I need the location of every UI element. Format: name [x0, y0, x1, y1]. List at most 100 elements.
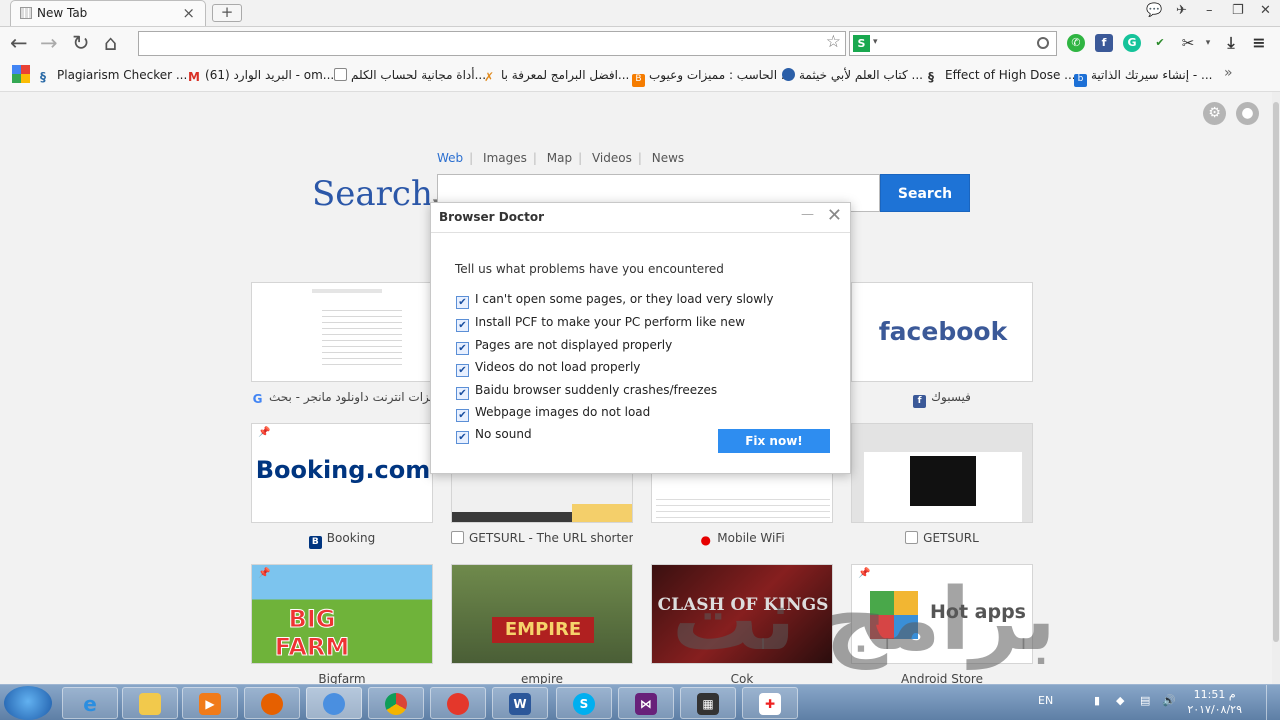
- checkbox-checked-icon[interactable]: ✔: [456, 409, 469, 422]
- link-images[interactable]: Images: [483, 151, 527, 165]
- forward-icon[interactable]: →: [40, 31, 58, 55]
- taskbar-video-editor[interactable]: ▦: [680, 687, 736, 719]
- checkbox-checked-icon[interactable]: ✔: [456, 296, 469, 309]
- problem-checkbox[interactable]: ✔ I can't open some pages, or they load v…: [456, 292, 774, 309]
- link-map[interactable]: Map: [547, 151, 572, 165]
- volume-icon[interactable]: 🔊: [1162, 694, 1176, 707]
- tile-label[interactable]: GETSURL - The URL shortene: [451, 531, 633, 545]
- pin-icon[interactable]: 📌: [258, 568, 270, 579]
- back-icon[interactable]: ←: [10, 31, 28, 55]
- speed-dial-tile[interactable]: 📌 BIG FARM: [251, 564, 433, 664]
- search-icon[interactable]: [1037, 37, 1049, 49]
- dialog-close-icon[interactable]: ✕: [827, 205, 842, 226]
- fix-now-button[interactable]: Fix now!: [718, 429, 830, 453]
- taskbar-explorer[interactable]: [122, 687, 178, 719]
- vertical-scrollbar[interactable]: [1272, 92, 1280, 684]
- network-icon[interactable]: ▤: [1140, 694, 1150, 707]
- tile-label[interactable]: f فيسبوك: [851, 390, 1033, 408]
- search-logo[interactable]: Search▾: [312, 174, 438, 214]
- whatsapp-icon[interactable]: ✆: [1067, 34, 1085, 52]
- download-icon[interactable]: ⤓: [1222, 34, 1240, 52]
- reload-icon[interactable]: ↻: [72, 31, 90, 55]
- home-icon[interactable]: ⌂: [104, 31, 117, 55]
- taskbar-chrome[interactable]: [368, 687, 424, 719]
- checkbox-checked-icon[interactable]: ✔: [456, 431, 469, 444]
- speed-dial-tile[interactable]: [851, 423, 1033, 523]
- taskbar-word[interactable]: W: [492, 687, 548, 719]
- search-engine-icon[interactable]: S: [853, 35, 870, 52]
- bookmark-item[interactable]: Bالحاسب : مميزات وعيوب ...: [632, 68, 792, 87]
- show-desktop-button[interactable]: [1266, 685, 1280, 720]
- checkbox-checked-icon[interactable]: ✔: [456, 364, 469, 377]
- minimize-icon[interactable]: –: [1206, 3, 1213, 18]
- start-button-icon[interactable]: [4, 686, 52, 720]
- tile-label[interactable]: Cok: [651, 672, 833, 684]
- taskbar-visual-studio[interactable]: ⋈: [618, 687, 674, 719]
- tile-label[interactable]: GETSURL: [851, 531, 1033, 545]
- taskbar-baidu[interactable]: [306, 687, 362, 719]
- chevron-down-icon[interactable]: ▾: [1199, 34, 1217, 52]
- bookmark-item[interactable]: أداة مجانية لحساب الكلم...: [334, 68, 486, 82]
- taskbar-firefox[interactable]: [244, 687, 300, 719]
- chevron-down-icon[interactable]: ▾: [873, 37, 878, 47]
- facebook-icon[interactable]: f: [1095, 34, 1113, 52]
- search-engine-box[interactable]: S ▾: [849, 31, 1057, 56]
- checkbox-checked-icon[interactable]: ✔: [456, 387, 469, 400]
- link-videos[interactable]: Videos: [592, 151, 632, 165]
- tile-label[interactable]: empire: [451, 672, 633, 684]
- pin-icon[interactable]: ✈: [1176, 3, 1187, 18]
- bookmark-item[interactable]: كتاب العلم لأبي خيثمة ...: [782, 68, 923, 82]
- checkbox-checked-icon[interactable]: ✔: [456, 319, 469, 332]
- taskbar-media[interactable]: ▶: [182, 687, 238, 719]
- tab-new-tab[interactable]: New Tab ×: [10, 0, 206, 26]
- tile-label[interactable]: G مميزات انترنت داونلود مانجر - بحث: [251, 390, 433, 406]
- bookmarks-more-icon[interactable]: »: [1224, 65, 1233, 81]
- chat-icon[interactable]: 💬: [1146, 3, 1162, 18]
- bookmark-item[interactable]: b إنشاء سيرتك الذاتية - ...: [1074, 68, 1212, 87]
- bookmark-item[interactable]: § Plagiarism Checker ...: [40, 68, 187, 84]
- tile-label[interactable]: ● Mobile WiFi: [651, 531, 833, 547]
- scissors-icon[interactable]: ✂: [1179, 34, 1197, 52]
- checkbox-checked-icon[interactable]: ✔: [456, 342, 469, 355]
- problem-checkbox[interactable]: ✔ Webpage images do not load: [456, 405, 650, 422]
- link-web[interactable]: Web: [437, 151, 463, 165]
- settings-gear-icon[interactable]: ⚙: [1203, 102, 1226, 125]
- scrollbar-thumb[interactable]: [1273, 102, 1279, 642]
- close-window-icon[interactable]: ✕: [1260, 3, 1271, 18]
- taskbar-doctor[interactable]: ✚: [742, 687, 798, 719]
- speed-dial-tile[interactable]: 📌 Booking.com: [251, 423, 433, 523]
- problem-checkbox[interactable]: ✔ Install PCF to make your PC perform lik…: [456, 315, 745, 332]
- new-tab-button[interactable]: +: [212, 4, 242, 22]
- language-indicator[interactable]: EN: [1038, 694, 1053, 707]
- maximize-icon[interactable]: ❐: [1232, 3, 1244, 18]
- speed-dial-tile[interactable]: [251, 282, 433, 382]
- dialog-minimize-icon[interactable]: —: [801, 207, 814, 222]
- spellcheck-icon[interactable]: ✔: [1151, 34, 1169, 52]
- apps-icon[interactable]: [12, 65, 30, 86]
- tab-close-icon[interactable]: ×: [182, 4, 195, 22]
- problem-checkbox[interactable]: ✔ No sound: [456, 427, 532, 444]
- taskbar-skype[interactable]: S: [556, 687, 612, 719]
- system-clock[interactable]: 11:51 م ٢٠١٧/٠٨/٢٩: [1187, 687, 1242, 717]
- menu-icon[interactable]: ≡: [1250, 34, 1268, 52]
- tile-label[interactable]: Bigfarm: [251, 672, 433, 684]
- problem-checkbox[interactable]: ✔ Videos do not load properly: [456, 360, 640, 377]
- bookmark-item[interactable]: ✗ افضل البرامج لمعرفة با...: [484, 68, 629, 84]
- link-news[interactable]: News: [652, 151, 684, 165]
- battery-icon[interactable]: ▮: [1094, 694, 1100, 707]
- grammarly-icon[interactable]: G: [1123, 34, 1141, 52]
- bookmark-item[interactable]: § Effect of High Dose ...: [928, 68, 1076, 84]
- search-button[interactable]: Search: [880, 174, 970, 212]
- user-account-icon[interactable]: ●: [1236, 102, 1259, 125]
- taskbar-app[interactable]: [430, 687, 486, 719]
- speed-dial-tile[interactable]: EMPIRE: [451, 564, 633, 664]
- speed-dial-tile[interactable]: facebook: [851, 282, 1033, 382]
- tray-app-icon[interactable]: ◆: [1116, 694, 1124, 707]
- problem-checkbox[interactable]: ✔ Baidu browser suddenly crashes/freezes: [456, 383, 717, 400]
- bookmark-star-icon[interactable]: ☆: [826, 32, 841, 52]
- address-bar[interactable]: ☆: [138, 31, 846, 56]
- bookmark-item[interactable]: M البريد الوارد (61) - om...: [188, 68, 334, 84]
- pin-icon[interactable]: 📌: [258, 427, 270, 438]
- problem-checkbox[interactable]: ✔ Pages are not displayed properly: [456, 338, 672, 355]
- tile-label[interactable]: Android Store: [851, 672, 1033, 684]
